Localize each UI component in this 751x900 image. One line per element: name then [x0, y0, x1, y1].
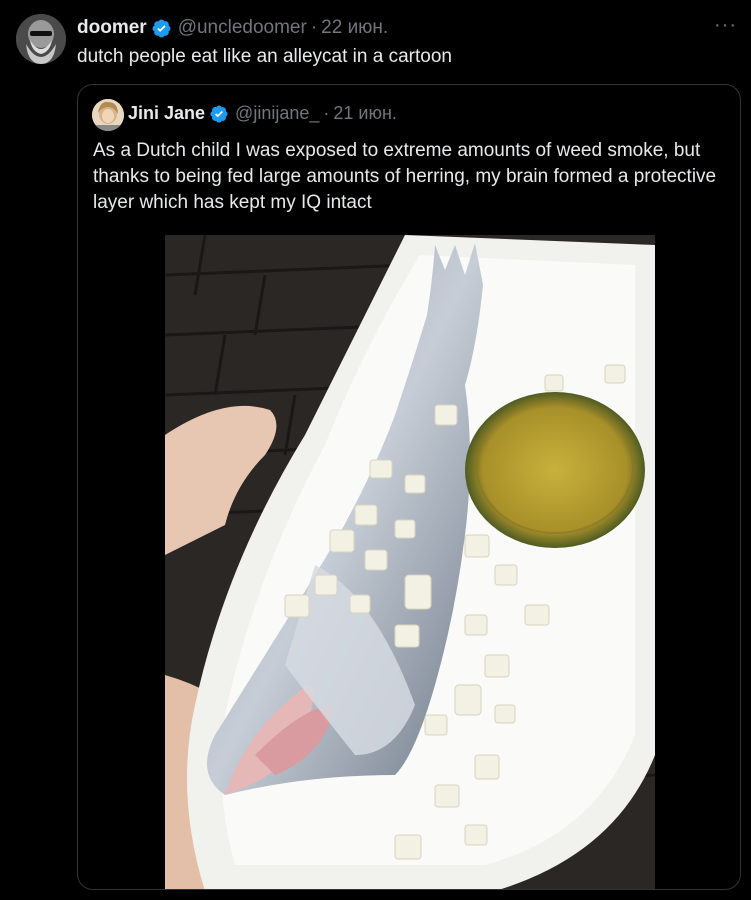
separator-dot: ·	[323, 103, 330, 123]
quote-photo[interactable]	[165, 235, 655, 889]
more-options-icon[interactable]: ···	[714, 14, 737, 37]
author-handle[interactable]: @uncledoomer	[178, 17, 307, 39]
verified-badge-icon	[209, 104, 229, 124]
author-avatar[interactable]	[16, 14, 66, 64]
tweet-date[interactable]: 22 июн.	[321, 17, 388, 39]
tweet-text: dutch people eat like an alleycat in a c…	[77, 46, 452, 67]
quote-author-name[interactable]: Jini Jane	[128, 103, 205, 124]
separator-dot: ·	[310, 17, 318, 38]
quote-header: Jini Jane @jinijane_ · 21 июн.	[128, 103, 397, 124]
quote-author-avatar[interactable]	[92, 99, 124, 131]
quote-date[interactable]: 21 июн.	[333, 103, 397, 124]
verified-badge-icon	[151, 18, 172, 39]
quote-text: As a Dutch child I was exposed to extrem…	[93, 140, 717, 213]
quoted-tweet[interactable]: Jini Jane @jinijane_ · 21 июн. As a Dutc…	[77, 84, 741, 890]
quote-author-handle[interactable]: @jinijane_	[235, 103, 319, 124]
author-name[interactable]: doomer	[77, 17, 147, 39]
tweet-header: doomer @uncledoomer · 22 июн.	[77, 17, 388, 39]
